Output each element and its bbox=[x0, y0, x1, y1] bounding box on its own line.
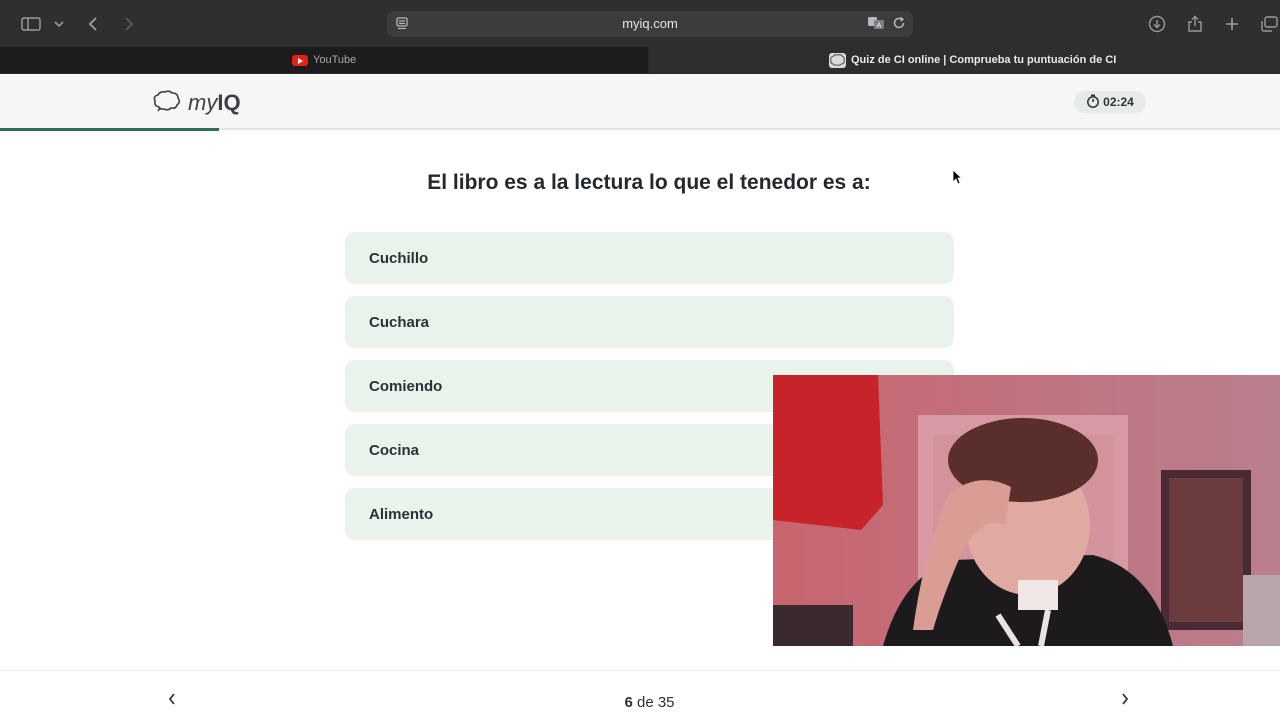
tabs-overview-icon[interactable] bbox=[1258, 12, 1280, 36]
chevron-right-icon bbox=[1120, 692, 1130, 711]
youtube-icon bbox=[292, 55, 308, 66]
tab-label: Quiz de CI online | Comprueba tu puntuac… bbox=[851, 54, 1117, 66]
brain-icon bbox=[152, 89, 182, 118]
timer: 02:24 bbox=[1074, 91, 1146, 113]
translate-icon[interactable]: A bbox=[867, 16, 885, 35]
forward-icon[interactable] bbox=[120, 12, 138, 36]
reload-icon[interactable] bbox=[892, 16, 906, 35]
timer-value: 02:24 bbox=[1103, 95, 1134, 109]
tab-myiq[interactable]: Quiz de CI online | Comprueba tu puntuac… bbox=[650, 47, 1280, 73]
address-bar[interactable]: myiq.com A bbox=[387, 11, 913, 37]
plus-icon[interactable] bbox=[1222, 12, 1242, 36]
tab-youtube[interactable]: YouTube bbox=[0, 47, 648, 73]
answer-option[interactable]: Cuchara bbox=[345, 296, 954, 348]
browser-toolbar: myiq.com A bbox=[0, 0, 1280, 47]
webcam-overlay bbox=[773, 375, 1280, 646]
svg-text:A: A bbox=[877, 22, 882, 30]
stopwatch-icon bbox=[1086, 93, 1100, 111]
question-text: El libro es a la lectura lo que el tened… bbox=[427, 171, 871, 194]
next-button[interactable] bbox=[1105, 685, 1145, 717]
url-text: myiq.com bbox=[622, 16, 678, 31]
sidebar-icon[interactable] bbox=[20, 12, 42, 36]
back-icon[interactable] bbox=[84, 12, 102, 36]
share-icon[interactable] bbox=[1184, 12, 1206, 36]
tab-bar: YouTube Quiz de CI online | Comprueba tu… bbox=[0, 47, 1280, 74]
logo-text: myIQ bbox=[188, 90, 241, 115]
logo[interactable]: myIQ bbox=[152, 89, 241, 118]
site-header: myIQ 02:24 bbox=[0, 74, 1280, 131]
tab-label: YouTube bbox=[313, 54, 357, 66]
progress-bar bbox=[0, 128, 219, 131]
answer-option[interactable]: Cuchillo bbox=[345, 232, 954, 284]
mouse-cursor bbox=[952, 169, 963, 190]
download-icon[interactable] bbox=[1146, 12, 1168, 36]
brain-favicon-icon bbox=[829, 53, 846, 68]
page-counter: 6 de 35 bbox=[624, 694, 675, 711]
chevron-down-icon[interactable] bbox=[52, 12, 66, 36]
quiz-footer: 6 de 35 bbox=[0, 670, 1280, 720]
